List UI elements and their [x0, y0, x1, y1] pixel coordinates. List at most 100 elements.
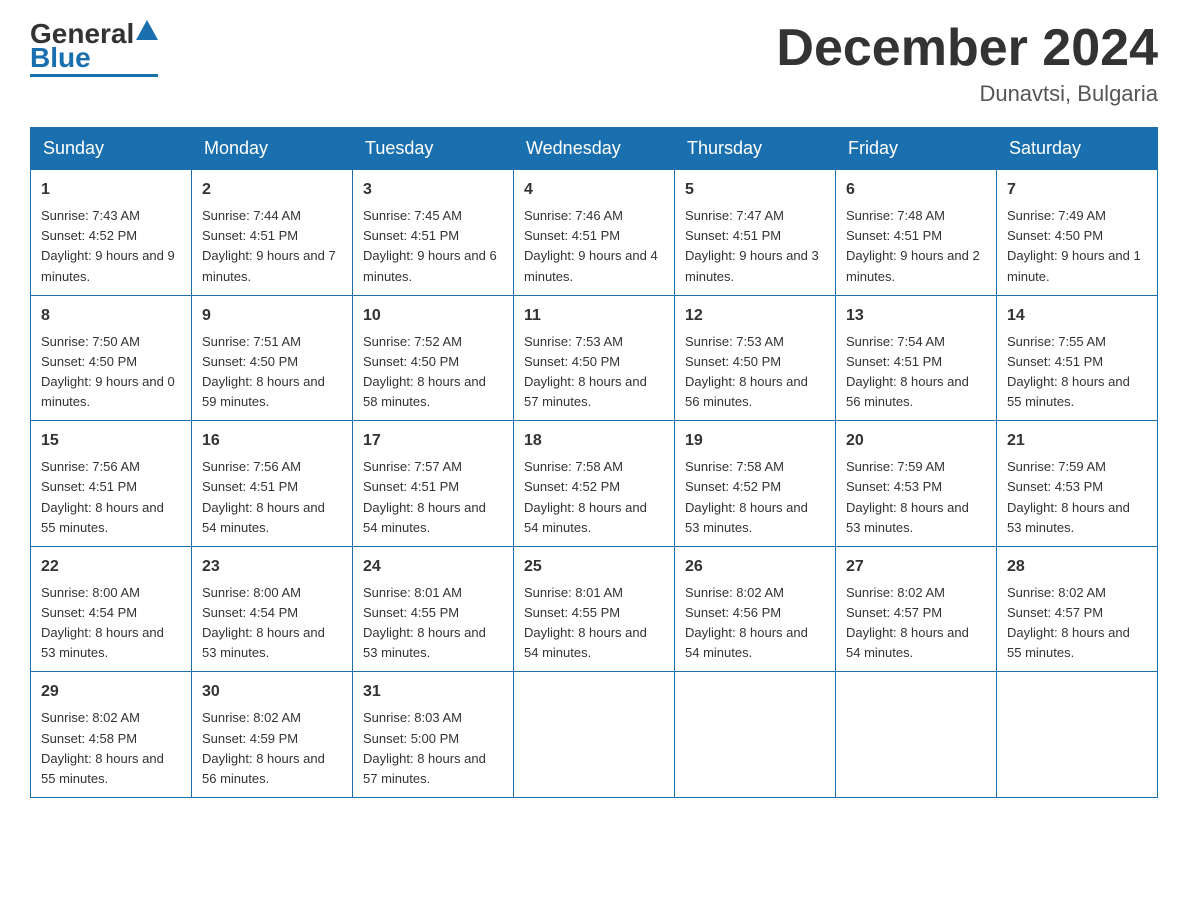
column-header-monday: Monday — [192, 128, 353, 170]
month-title: December 2024 — [776, 20, 1158, 77]
calendar-cell: 5 Sunrise: 7:47 AMSunset: 4:51 PMDayligh… — [675, 170, 836, 296]
calendar-cell: 7 Sunrise: 7:49 AMSunset: 4:50 PMDayligh… — [997, 170, 1158, 296]
calendar-cell: 24 Sunrise: 8:01 AMSunset: 4:55 PMDaylig… — [353, 546, 514, 672]
calendar-cell: 8 Sunrise: 7:50 AMSunset: 4:50 PMDayligh… — [31, 295, 192, 421]
calendar-cell: 30 Sunrise: 8:02 AMSunset: 4:59 PMDaylig… — [192, 672, 353, 798]
day-number: 22 — [41, 555, 181, 579]
title-section: December 2024 Dunavtsi, Bulgaria — [776, 20, 1158, 107]
day-number: 8 — [41, 304, 181, 328]
day-number: 18 — [524, 429, 664, 453]
column-header-thursday: Thursday — [675, 128, 836, 170]
calendar-cell: 17 Sunrise: 7:57 AMSunset: 4:51 PMDaylig… — [353, 421, 514, 547]
day-number: 12 — [685, 304, 825, 328]
day-number: 26 — [685, 555, 825, 579]
calendar-cell: 28 Sunrise: 8:02 AMSunset: 4:57 PMDaylig… — [997, 546, 1158, 672]
calendar-cell: 20 Sunrise: 7:59 AMSunset: 4:53 PMDaylig… — [836, 421, 997, 547]
day-number: 16 — [202, 429, 342, 453]
day-info: Sunrise: 7:47 AMSunset: 4:51 PMDaylight:… — [685, 208, 819, 283]
day-info: Sunrise: 7:56 AMSunset: 4:51 PMDaylight:… — [41, 459, 164, 534]
column-header-sunday: Sunday — [31, 128, 192, 170]
day-number: 9 — [202, 304, 342, 328]
logo-blue-text: Blue — [30, 44, 91, 72]
day-info: Sunrise: 7:55 AMSunset: 4:51 PMDaylight:… — [1007, 334, 1130, 409]
day-number: 11 — [524, 304, 664, 328]
day-number: 28 — [1007, 555, 1147, 579]
day-info: Sunrise: 7:53 AMSunset: 4:50 PMDaylight:… — [685, 334, 808, 409]
calendar-week-row: 8 Sunrise: 7:50 AMSunset: 4:50 PMDayligh… — [31, 295, 1158, 421]
calendar-week-row: 1 Sunrise: 7:43 AMSunset: 4:52 PMDayligh… — [31, 170, 1158, 296]
calendar-week-row: 15 Sunrise: 7:56 AMSunset: 4:51 PMDaylig… — [31, 421, 1158, 547]
column-header-wednesday: Wednesday — [514, 128, 675, 170]
calendar-header-row: SundayMondayTuesdayWednesdayThursdayFrid… — [31, 128, 1158, 170]
logo: General Blue — [30, 20, 158, 77]
day-info: Sunrise: 7:59 AMSunset: 4:53 PMDaylight:… — [1007, 459, 1130, 534]
day-number: 1 — [41, 178, 181, 202]
calendar-cell: 15 Sunrise: 7:56 AMSunset: 4:51 PMDaylig… — [31, 421, 192, 547]
day-info: Sunrise: 8:01 AMSunset: 4:55 PMDaylight:… — [524, 585, 647, 660]
calendar-cell: 21 Sunrise: 7:59 AMSunset: 4:53 PMDaylig… — [997, 421, 1158, 547]
day-number: 13 — [846, 304, 986, 328]
calendar-cell — [836, 672, 997, 798]
day-number: 6 — [846, 178, 986, 202]
day-number: 31 — [363, 680, 503, 704]
day-info: Sunrise: 7:45 AMSunset: 4:51 PMDaylight:… — [363, 208, 497, 283]
calendar-cell — [514, 672, 675, 798]
column-header-tuesday: Tuesday — [353, 128, 514, 170]
calendar-cell — [997, 672, 1158, 798]
day-info: Sunrise: 7:57 AMSunset: 4:51 PMDaylight:… — [363, 459, 486, 534]
page-header: General Blue December 2024 Dunavtsi, Bul… — [30, 20, 1158, 107]
day-info: Sunrise: 7:51 AMSunset: 4:50 PMDaylight:… — [202, 334, 325, 409]
calendar-cell: 11 Sunrise: 7:53 AMSunset: 4:50 PMDaylig… — [514, 295, 675, 421]
logo-underline — [30, 74, 158, 77]
day-number: 7 — [1007, 178, 1147, 202]
day-number: 17 — [363, 429, 503, 453]
day-number: 14 — [1007, 304, 1147, 328]
day-number: 21 — [1007, 429, 1147, 453]
calendar-cell: 23 Sunrise: 8:00 AMSunset: 4:54 PMDaylig… — [192, 546, 353, 672]
day-info: Sunrise: 7:58 AMSunset: 4:52 PMDaylight:… — [524, 459, 647, 534]
day-info: Sunrise: 8:00 AMSunset: 4:54 PMDaylight:… — [41, 585, 164, 660]
day-info: Sunrise: 8:01 AMSunset: 4:55 PMDaylight:… — [363, 585, 486, 660]
calendar-cell: 4 Sunrise: 7:46 AMSunset: 4:51 PMDayligh… — [514, 170, 675, 296]
calendar-cell: 26 Sunrise: 8:02 AMSunset: 4:56 PMDaylig… — [675, 546, 836, 672]
calendar-cell: 1 Sunrise: 7:43 AMSunset: 4:52 PMDayligh… — [31, 170, 192, 296]
calendar-cell: 9 Sunrise: 7:51 AMSunset: 4:50 PMDayligh… — [192, 295, 353, 421]
day-info: Sunrise: 8:02 AMSunset: 4:59 PMDaylight:… — [202, 710, 325, 785]
day-number: 19 — [685, 429, 825, 453]
day-number: 10 — [363, 304, 503, 328]
day-info: Sunrise: 7:49 AMSunset: 4:50 PMDaylight:… — [1007, 208, 1141, 283]
calendar-cell: 18 Sunrise: 7:58 AMSunset: 4:52 PMDaylig… — [514, 421, 675, 547]
day-info: Sunrise: 8:02 AMSunset: 4:56 PMDaylight:… — [685, 585, 808, 660]
calendar-cell: 27 Sunrise: 8:02 AMSunset: 4:57 PMDaylig… — [836, 546, 997, 672]
calendar-cell: 2 Sunrise: 7:44 AMSunset: 4:51 PMDayligh… — [192, 170, 353, 296]
day-number: 25 — [524, 555, 664, 579]
day-info: Sunrise: 7:54 AMSunset: 4:51 PMDaylight:… — [846, 334, 969, 409]
day-number: 23 — [202, 555, 342, 579]
day-number: 4 — [524, 178, 664, 202]
day-info: Sunrise: 8:00 AMSunset: 4:54 PMDaylight:… — [202, 585, 325, 660]
day-info: Sunrise: 7:56 AMSunset: 4:51 PMDaylight:… — [202, 459, 325, 534]
day-number: 24 — [363, 555, 503, 579]
day-number: 5 — [685, 178, 825, 202]
calendar-cell: 25 Sunrise: 8:01 AMSunset: 4:55 PMDaylig… — [514, 546, 675, 672]
calendar-cell — [675, 672, 836, 798]
calendar-cell: 29 Sunrise: 8:02 AMSunset: 4:58 PMDaylig… — [31, 672, 192, 798]
calendar-cell: 16 Sunrise: 7:56 AMSunset: 4:51 PMDaylig… — [192, 421, 353, 547]
calendar-cell: 31 Sunrise: 8:03 AMSunset: 5:00 PMDaylig… — [353, 672, 514, 798]
column-header-saturday: Saturday — [997, 128, 1158, 170]
calendar-cell: 6 Sunrise: 7:48 AMSunset: 4:51 PMDayligh… — [836, 170, 997, 296]
calendar-cell: 3 Sunrise: 7:45 AMSunset: 4:51 PMDayligh… — [353, 170, 514, 296]
day-number: 27 — [846, 555, 986, 579]
day-number: 2 — [202, 178, 342, 202]
calendar-week-row: 22 Sunrise: 8:00 AMSunset: 4:54 PMDaylig… — [31, 546, 1158, 672]
calendar-cell: 13 Sunrise: 7:54 AMSunset: 4:51 PMDaylig… — [836, 295, 997, 421]
calendar-cell: 12 Sunrise: 7:53 AMSunset: 4:50 PMDaylig… — [675, 295, 836, 421]
day-number: 20 — [846, 429, 986, 453]
day-info: Sunrise: 7:53 AMSunset: 4:50 PMDaylight:… — [524, 334, 647, 409]
day-info: Sunrise: 7:44 AMSunset: 4:51 PMDaylight:… — [202, 208, 336, 283]
day-info: Sunrise: 7:48 AMSunset: 4:51 PMDaylight:… — [846, 208, 980, 283]
day-info: Sunrise: 7:43 AMSunset: 4:52 PMDaylight:… — [41, 208, 175, 283]
day-info: Sunrise: 8:02 AMSunset: 4:57 PMDaylight:… — [1007, 585, 1130, 660]
day-info: Sunrise: 7:46 AMSunset: 4:51 PMDaylight:… — [524, 208, 658, 283]
calendar-table: SundayMondayTuesdayWednesdayThursdayFrid… — [30, 127, 1158, 798]
